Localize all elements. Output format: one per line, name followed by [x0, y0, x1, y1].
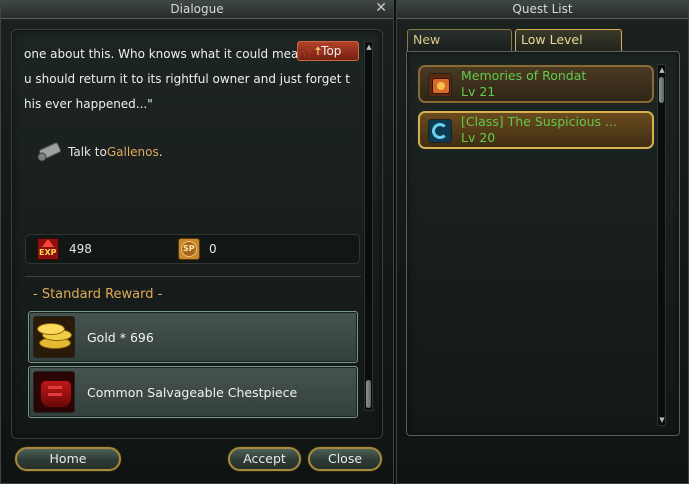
exp-icon-label: EXP	[39, 248, 57, 257]
talk-prefix: Talk to	[68, 145, 107, 159]
scrollbar-thumb[interactable]	[659, 77, 664, 103]
chestpiece-icon	[33, 371, 75, 413]
dialogue-scrollbar[interactable]: ▲	[364, 41, 373, 411]
dialogue-line: u should return it to its rightful owner…	[24, 72, 350, 86]
scroll-down-icon[interactable]: ▼	[658, 415, 666, 425]
quest-level: Lv 20	[461, 130, 496, 145]
quest-list-title: Quest List	[512, 2, 573, 16]
quest-list-titlebar[interactable]: Quest List	[397, 1, 688, 19]
sp-icon-label: SP	[183, 244, 195, 253]
npc-link[interactable]: Gallenos	[107, 145, 159, 159]
quest-item[interactable]: Memories of Rondat Lv 21	[418, 65, 654, 103]
scroll-quest-icon	[37, 142, 62, 162]
home-button[interactable]: Home	[15, 447, 121, 471]
scroll-up-icon[interactable]: ▲	[365, 42, 373, 52]
sp-value: 0	[209, 242, 217, 256]
sp-icon: SP	[178, 238, 200, 260]
talk-suffix: .	[158, 145, 163, 159]
quest-name: Memories of Rondat	[461, 68, 587, 83]
tab-new[interactable]: New	[407, 29, 512, 51]
reward-stats-bar: EXP 498 SP 0	[25, 234, 360, 264]
accept-button[interactable]: Accept	[228, 447, 301, 471]
top-button[interactable]: 🠅Top	[297, 41, 359, 61]
close-button[interactable]: Close	[308, 447, 382, 471]
dialogue-title: Dialogue	[170, 2, 224, 16]
tab-low-level[interactable]: Low Level	[515, 29, 622, 51]
top-button-label: Top	[321, 44, 342, 58]
exp-value: 498	[69, 242, 92, 256]
quest-list-scrollbar[interactable]: ▲ ▼	[657, 64, 666, 426]
reward-item-chestpiece[interactable]: Common Salvageable Chestpiece	[28, 366, 358, 418]
quest-level: Lv 21	[461, 84, 496, 99]
close-icon[interactable]: ✕	[375, 0, 387, 16]
exp-icon: EXP	[37, 238, 59, 260]
quest-item[interactable]: [Class] The Suspicious ... Lv 20	[418, 111, 654, 149]
dialogue-titlebar[interactable]: Dialogue ✕	[1, 0, 393, 19]
quest-name: [Class] The Suspicious ...	[461, 114, 617, 129]
quest-scroll-icon	[428, 73, 452, 97]
talk-objective: Talk to Gallenos.	[34, 141, 163, 163]
standard-reward-title: - Standard Reward -	[33, 287, 163, 302]
reward-label-chestpiece: Common Salvageable Chestpiece	[87, 385, 298, 400]
scroll-up-icon[interactable]: ▲	[658, 65, 666, 75]
reward-label-gold: Gold * 696	[87, 330, 154, 345]
class-quest-icon	[428, 119, 452, 143]
tab-new-label: New	[413, 32, 441, 47]
reward-item-gold[interactable]: Gold * 696	[28, 311, 358, 363]
tab-low-level-label: Low Level	[521, 32, 583, 47]
dialogue-window: Dialogue ✕ one about this. Who knows wha…	[0, 0, 394, 484]
scrollbar-thumb[interactable]	[366, 380, 371, 408]
quest-list-frame	[406, 51, 680, 436]
dialogue-line: his ever happened..."	[24, 97, 153, 111]
gold-coins-icon	[33, 316, 75, 358]
divider	[25, 276, 361, 277]
